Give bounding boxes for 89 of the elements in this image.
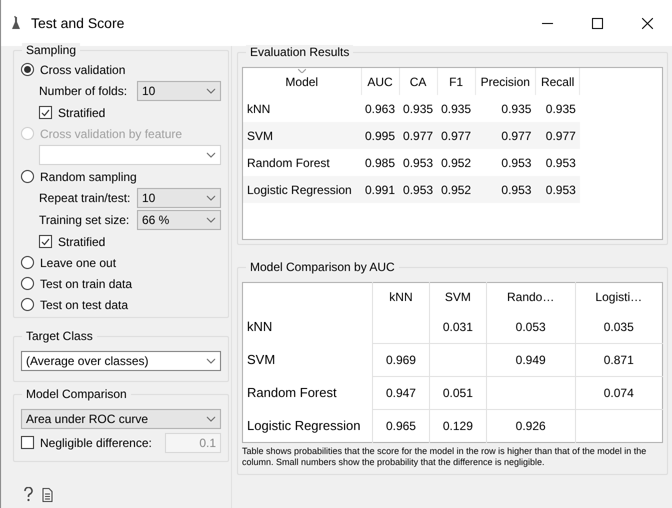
checkbox[interactable] bbox=[39, 235, 52, 248]
flask-icon bbox=[11, 16, 21, 30]
table-cell: 0.074 bbox=[604, 386, 634, 400]
table-cell: 0.949 bbox=[516, 353, 546, 367]
table-cell: 0.953 bbox=[535, 149, 580, 176]
table-cell: 0.051 bbox=[442, 386, 473, 400]
group-title: Model Comparison bbox=[22, 387, 131, 401]
table-cell: 0.977 bbox=[399, 122, 438, 149]
close-icon bbox=[642, 18, 652, 28]
table-cell: 0.965 bbox=[386, 419, 416, 433]
radio-label: Cross validation by feature bbox=[40, 126, 182, 142]
radio-label: Test on train data bbox=[40, 276, 132, 292]
radio-label: Cross validation bbox=[40, 62, 126, 78]
chevron-down-icon bbox=[206, 152, 216, 158]
table-cell: Random Forest bbox=[243, 149, 361, 176]
table-cell: 0.952 bbox=[437, 149, 476, 176]
table-cell: 0.977 bbox=[475, 122, 536, 149]
column-header: Rando… bbox=[486, 282, 576, 310]
row-header: Random Forest bbox=[242, 376, 372, 410]
table-cell: 0.952 bbox=[437, 176, 476, 203]
table-cell: 0.935 bbox=[437, 95, 476, 122]
table-cell: 0.985 bbox=[361, 149, 400, 176]
table-cell: kNN bbox=[243, 95, 361, 122]
checkbox[interactable] bbox=[21, 436, 34, 449]
radio-button[interactable] bbox=[21, 298, 34, 311]
dropdown[interactable]: Area under ROC curve bbox=[21, 409, 221, 429]
radio-label: Random sampling bbox=[40, 168, 137, 186]
field-label: Training set size: bbox=[39, 212, 130, 229]
table-cell: 0.947 bbox=[386, 386, 416, 400]
chevron-down-icon bbox=[206, 88, 216, 94]
group-title: Sampling bbox=[22, 43, 80, 57]
group-title: Target Class bbox=[22, 329, 97, 343]
table-cell: 0.953 bbox=[399, 176, 438, 203]
radio-button[interactable] bbox=[21, 256, 34, 269]
row-header: Logistic Regression bbox=[242, 410, 372, 442]
field-label: Repeat train/test: bbox=[39, 190, 131, 207]
table-cell: 0.963 bbox=[361, 95, 400, 122]
table-cell: Logistic Regression bbox=[243, 176, 361, 203]
radio-label: Test on test data bbox=[40, 296, 128, 314]
table-cell: 0.953 bbox=[475, 176, 536, 203]
table-cell: 0.991 bbox=[361, 176, 400, 203]
table-cell: 0.035 bbox=[604, 320, 634, 334]
checkbox-label: Stratified bbox=[58, 234, 106, 250]
table-cell: 0.926 bbox=[516, 419, 546, 433]
row-header: SVM bbox=[242, 344, 372, 376]
dropdown[interactable]: (Average over classes) bbox=[21, 351, 221, 371]
chevron-down-icon bbox=[206, 195, 216, 201]
table-cell: 0.871 bbox=[604, 353, 634, 367]
radio-label: Leave one out bbox=[40, 254, 116, 272]
dropdown[interactable]: 66 % bbox=[137, 210, 221, 230]
window-title: Test and Score bbox=[31, 14, 124, 32]
table-cell: 0.953 bbox=[475, 149, 536, 176]
radio-button[interactable] bbox=[21, 277, 34, 290]
table-cell: 0.953 bbox=[535, 176, 580, 203]
maximize-icon bbox=[592, 18, 602, 28]
checkbox[interactable] bbox=[39, 106, 52, 119]
table-cell: 0.977 bbox=[535, 122, 580, 149]
field-label: Number of folds: bbox=[39, 83, 128, 100]
table-cell: 0.031 bbox=[442, 320, 473, 334]
dropdown[interactable]: 10 bbox=[137, 188, 221, 208]
dropdown[interactable]: 10 bbox=[137, 81, 221, 101]
document-icon[interactable] bbox=[42, 488, 53, 502]
table-cell: 0.129 bbox=[442, 419, 473, 433]
chevron-down-icon bbox=[206, 416, 216, 422]
column-header: Logisti… bbox=[575, 282, 662, 310]
table-cell: 0.995 bbox=[361, 122, 400, 149]
checkbox-label: Stratified bbox=[58, 104, 106, 122]
chevron-down-icon bbox=[206, 358, 216, 364]
checkbox-label: Negligible difference: bbox=[40, 434, 152, 452]
radio-button[interactable] bbox=[21, 170, 34, 183]
column-header: SVM bbox=[429, 282, 486, 310]
table-cell: 0.969 bbox=[386, 353, 416, 367]
table-cell: 0.935 bbox=[535, 95, 580, 122]
table-cell: 0.953 bbox=[399, 149, 438, 176]
group-title: Evaluation Results bbox=[246, 45, 354, 59]
help-icon[interactable] bbox=[23, 487, 34, 502]
row-header: kNN bbox=[242, 310, 372, 344]
table-cell: 0.977 bbox=[437, 122, 476, 149]
table-cell: 0.053 bbox=[516, 320, 546, 334]
table-cell: 0.935 bbox=[399, 95, 438, 122]
minimize-icon bbox=[542, 22, 552, 24]
column-header: kNN bbox=[372, 282, 430, 310]
radio-button[interactable] bbox=[21, 63, 34, 76]
table-note: Table shows probabilities that the score for the model in the row is higher than that of the model in the column. Small numbers show the probability that the difference is negligible. bbox=[242, 446, 648, 468]
chevron-down-icon bbox=[206, 217, 216, 223]
sort-caret-icon bbox=[298, 69, 306, 73]
table-cell: 0.935 bbox=[475, 95, 536, 122]
table-cell: SVM bbox=[243, 122, 361, 149]
group-title: Model Comparison by AUC bbox=[246, 260, 399, 274]
